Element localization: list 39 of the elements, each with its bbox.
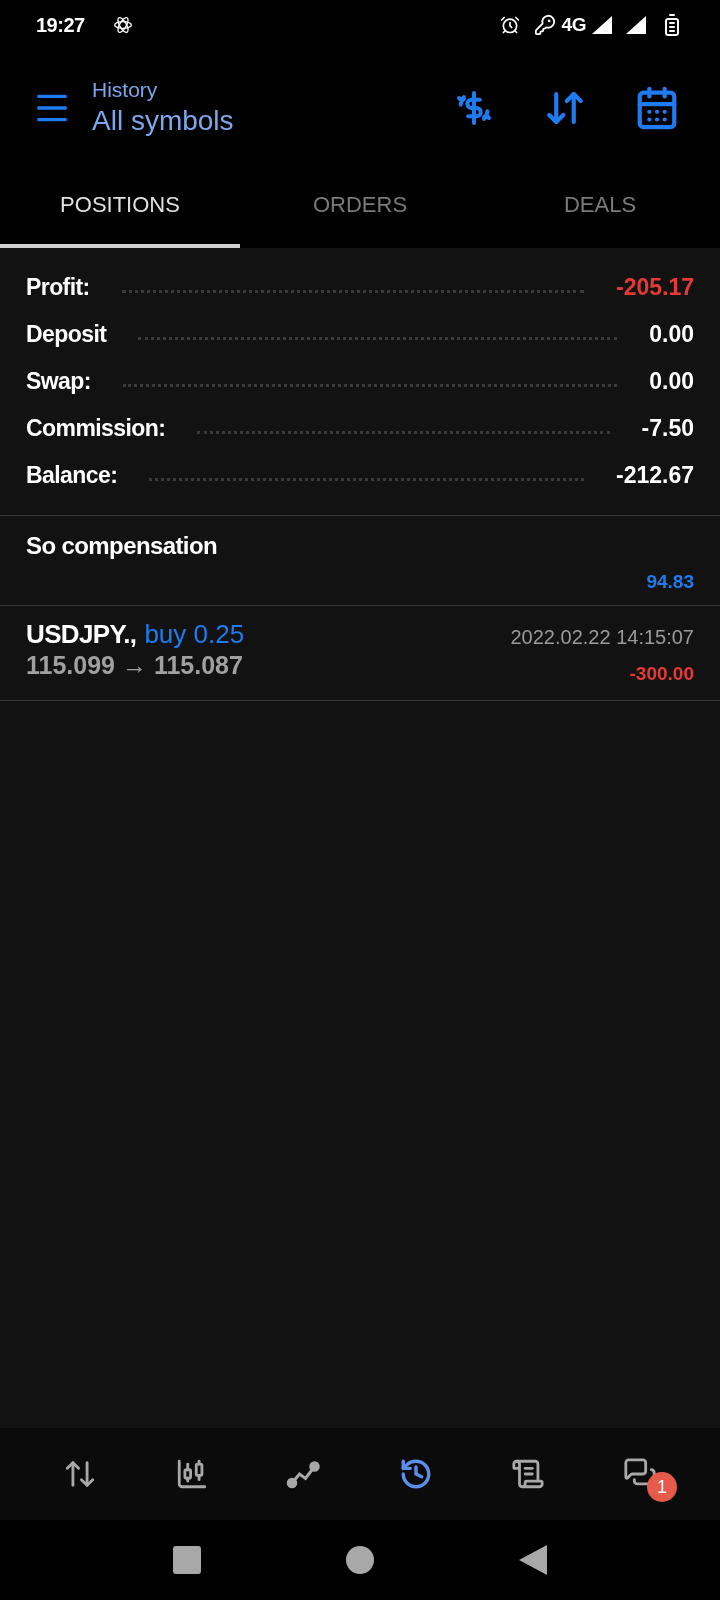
line-chart-icon (286, 1459, 322, 1489)
key-icon (533, 14, 556, 36)
tab[interactable]: ORDERS (240, 165, 480, 248)
position-symbol: USDJPY., (26, 617, 137, 650)
nav-tab[interactable]: 1 (605, 1444, 675, 1504)
summary-value: -212.67 (616, 461, 694, 491)
history-icon (399, 1457, 433, 1491)
tab[interactable]: POSITIONS (0, 165, 240, 248)
summary-label: Commission: (26, 414, 166, 444)
summary-label: Balance: (26, 461, 118, 491)
tab[interactable]: DEALS (480, 165, 720, 248)
position-side: buy 0.25 (144, 617, 245, 650)
summary-value: 0.00 (649, 320, 694, 350)
home-button[interactable] (346, 1546, 374, 1574)
summary-value: -205.17 (616, 273, 694, 303)
back-button[interactable] (519, 1545, 548, 1575)
position-prices: 115.099 → 115.087 (26, 650, 244, 681)
signal-icon (592, 16, 612, 34)
compensation-title: So compensation (26, 531, 219, 561)
candlestick-icon (175, 1457, 209, 1491)
recent-apps-button[interactable] (172, 1546, 201, 1574)
summary-label: Profit: (26, 273, 90, 303)
compensation-value: 94.83 (646, 570, 694, 594)
summary-value: -7.50 (641, 414, 694, 444)
notification-badge: 1 (647, 1472, 677, 1502)
position-time: 2022.02.22 14:15:07 (510, 624, 694, 650)
network-type: 4G (561, 12, 586, 37)
summary-label: Swap: (26, 367, 91, 397)
screen-title[interactable]: All symbols (92, 103, 452, 139)
signal-icon (626, 16, 646, 34)
summary-label: Deposit (26, 320, 107, 350)
status-time: 19:27 (36, 13, 85, 38)
journal-icon (511, 1457, 545, 1491)
position-row[interactable]: USDJPY., buy 0.25 115.099 → 115.087 2022.02.22 14:15:07 -300.00 (0, 605, 720, 701)
atom-icon (112, 15, 133, 35)
summary-value: 0.00 (649, 367, 694, 397)
alarm-icon (499, 15, 520, 35)
position-profit: -300.00 (629, 661, 694, 686)
screen-subtitle: History (92, 76, 159, 103)
